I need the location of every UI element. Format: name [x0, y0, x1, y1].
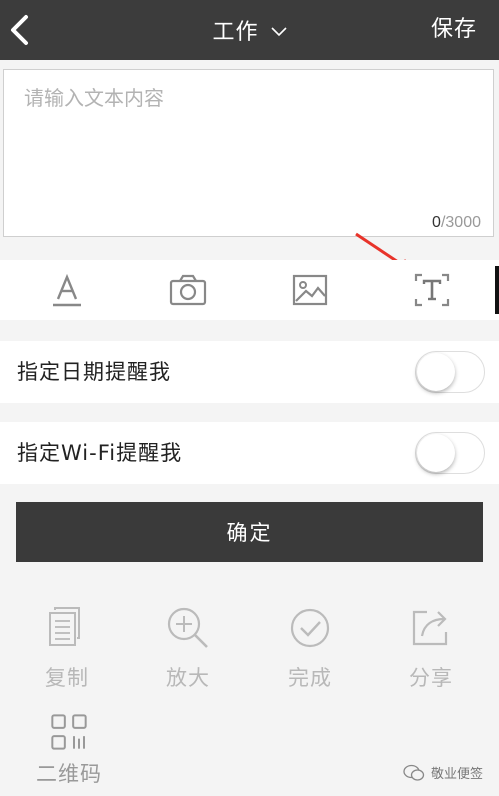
zoom-label: 放大 — [166, 666, 210, 690]
date-reminder-row: 指定日期提醒我 — [0, 341, 499, 403]
wechat-icon — [403, 764, 425, 781]
image-button[interactable] — [286, 270, 334, 310]
camera-icon — [169, 274, 207, 306]
complete-label: 完成 — [288, 666, 332, 690]
confirm-button[interactable]: 确定 — [16, 502, 483, 562]
category-selector[interactable]: 工作 — [0, 0, 499, 60]
character-counter: 0/3000 — [432, 214, 481, 232]
share-icon — [412, 610, 448, 646]
character-limit: /3000 — [440, 214, 481, 231]
note-editor: 0/3000 — [3, 69, 494, 237]
wifi-reminder-label: 指定Wi-Fi提醒我 — [17, 441, 183, 465]
watermark-text: 敬业便签 — [430, 767, 483, 782]
toolbar-scroll-edge — [495, 266, 499, 314]
text-recognition-button[interactable] — [408, 270, 456, 310]
share-label: 分享 — [409, 666, 453, 690]
complete-action[interactable]: 完成 — [265, 604, 355, 692]
watermark: 敬业便签 — [403, 763, 483, 782]
date-reminder-toggle[interactable] — [415, 351, 485, 393]
wifi-reminder-toggle[interactable] — [415, 432, 485, 474]
zoom-in-icon — [167, 607, 208, 648]
wifi-reminder-row: 指定Wi-Fi提醒我 — [0, 422, 499, 484]
save-button[interactable]: 保存 — [431, 0, 477, 60]
date-reminder-label: 指定日期提醒我 — [17, 360, 171, 384]
check-circle-icon — [290, 608, 330, 648]
camera-button[interactable] — [164, 270, 212, 310]
font-format-button[interactable] — [43, 270, 91, 310]
text-recognition-icon — [414, 273, 450, 307]
toggle-knob — [417, 353, 455, 391]
qr-code-icon — [51, 714, 87, 750]
character-count: 0 — [432, 214, 441, 231]
chevron-down-icon — [270, 26, 287, 36]
toggle-knob — [417, 434, 455, 472]
copy-icon — [49, 607, 80, 646]
font-format-icon — [53, 273, 81, 307]
qr-code-label: 二维码 — [36, 762, 102, 786]
editor-toolbar — [0, 260, 499, 320]
image-icon — [292, 274, 328, 306]
share-action[interactable]: 分享 — [386, 604, 476, 692]
note-text-input[interactable] — [22, 80, 476, 204]
navigation-bar: 工作 保存 — [0, 0, 499, 60]
page-title: 工作 — [212, 20, 259, 45]
qr-code-action[interactable]: 二维码 — [24, 712, 114, 788]
copy-action[interactable]: 复制 — [22, 604, 112, 692]
copy-label: 复制 — [45, 666, 89, 690]
zoom-action[interactable]: 放大 — [143, 604, 233, 692]
